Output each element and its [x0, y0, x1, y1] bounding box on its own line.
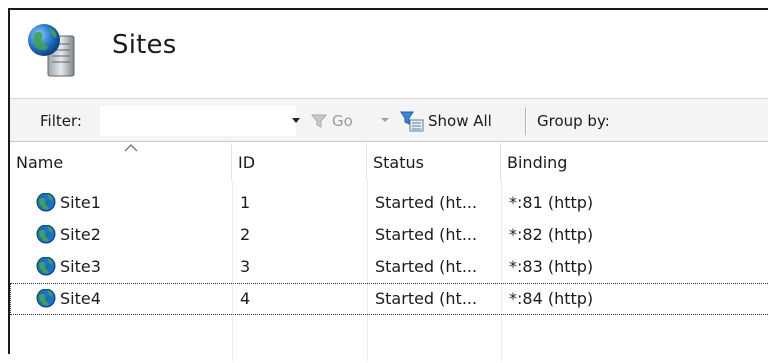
- show-all-button[interactable]: Show All: [400, 107, 492, 135]
- site-status: Started (ht...: [375, 289, 478, 308]
- column-header-label: ID: [238, 153, 256, 172]
- chevron-down-icon[interactable]: [289, 113, 303, 127]
- column-header-label: Status: [373, 153, 424, 172]
- table-row-selected[interactable]: Site4 4 Started (ht... *:84 (http): [10, 283, 768, 315]
- site-status: Started (ht...: [375, 257, 478, 276]
- site-binding: *:82 (http): [509, 225, 594, 244]
- globe-icon: [36, 257, 56, 275]
- go-label: Go: [332, 112, 353, 130]
- column-header-label: Binding: [507, 153, 568, 172]
- name-cell: Site1: [36, 193, 101, 212]
- iis-sites-pane: Sites Filter: Go Show All Group by: Name…: [8, 8, 768, 363]
- globe-icon: [36, 225, 56, 243]
- site-name: Site3: [60, 257, 101, 276]
- filter-input[interactable]: [100, 106, 296, 136]
- column-header-binding[interactable]: Binding: [501, 143, 768, 181]
- globe-icon: [36, 193, 56, 211]
- column-header-name[interactable]: Name: [10, 143, 232, 181]
- filter-label: Filter:: [40, 112, 82, 130]
- sites-table: Name ID Status Binding Site1 1 Started (…: [10, 143, 768, 363]
- site-id: 4: [240, 289, 251, 308]
- filter-toolbar: Filter: Go Show All Group by:: [10, 98, 768, 142]
- show-all-icon: [400, 111, 424, 132]
- sites-server-globe-icon: [28, 24, 75, 77]
- site-binding: *:81 (http): [509, 193, 594, 212]
- column-header-label: Name: [16, 153, 64, 172]
- site-id: 3: [240, 257, 251, 276]
- page-title: Sites: [112, 30, 177, 60]
- sort-ascending-icon: [124, 144, 138, 152]
- site-status: Started (ht...: [375, 225, 478, 244]
- show-all-label: Show All: [428, 112, 492, 130]
- column-header-id[interactable]: ID: [232, 143, 367, 181]
- site-binding: *:84 (http): [509, 289, 594, 308]
- toolbar-separator: [525, 107, 526, 135]
- site-id: 1: [240, 193, 251, 212]
- page-header: Sites: [10, 10, 768, 96]
- site-name: Site2: [60, 225, 101, 244]
- name-cell: Site3: [36, 257, 101, 276]
- name-cell: Site2: [36, 225, 101, 244]
- group-by-button[interactable]: Group by:: [537, 112, 610, 130]
- funnel-icon: [310, 114, 328, 128]
- globe-icon: [36, 289, 56, 307]
- site-name: Site4: [60, 289, 101, 308]
- table-row[interactable]: Site3 3 Started (ht... *:83 (http): [10, 251, 768, 283]
- site-status: Started (ht...: [375, 193, 478, 212]
- go-button[interactable]: Go: [310, 107, 353, 135]
- go-dropdown-icon[interactable]: [379, 113, 391, 127]
- site-name: Site1: [60, 193, 101, 212]
- site-binding: *:83 (http): [509, 257, 594, 276]
- site-id: 2: [240, 225, 251, 244]
- name-cell: Site4: [36, 289, 101, 308]
- table-row[interactable]: Site2 2 Started (ht... *:82 (http): [10, 219, 768, 251]
- column-header-status[interactable]: Status: [367, 143, 501, 181]
- table-row[interactable]: Site1 1 Started (ht... *:81 (http): [10, 187, 768, 219]
